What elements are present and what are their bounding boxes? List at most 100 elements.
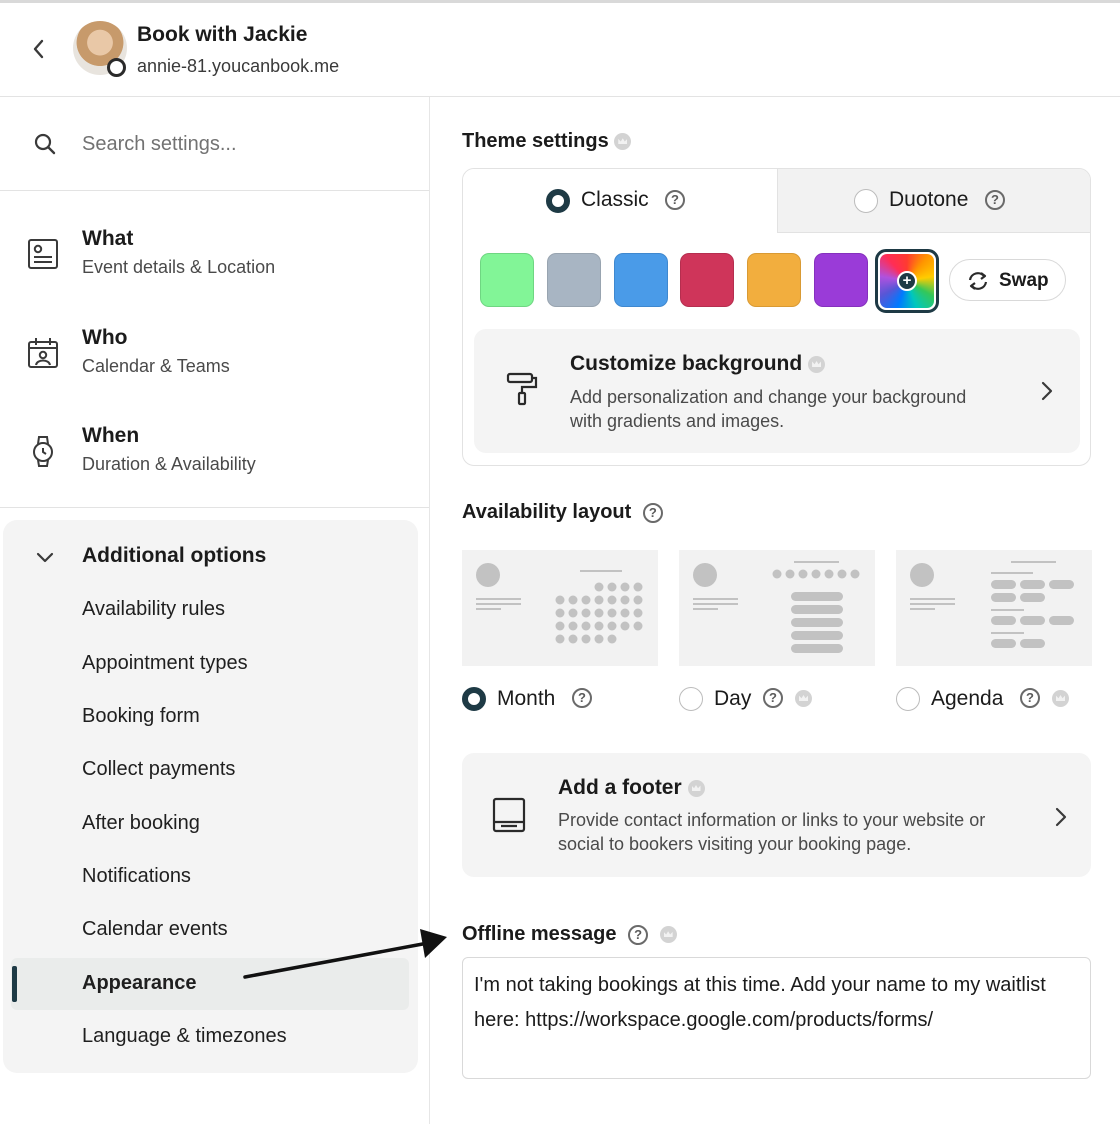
calendar-person-icon — [28, 338, 58, 368]
sidebar-item-what[interactable]: What Event details & Location — [26, 227, 406, 299]
swap-label: Swap — [999, 270, 1049, 291]
profile-card-icon — [28, 239, 58, 269]
custom-color-swatch[interactable]: + — [880, 254, 934, 308]
customize-background-desc: Add personalization and change your back… — [570, 387, 967, 431]
swap-button[interactable]: Swap — [949, 259, 1066, 301]
sidebar-item-calendar-events[interactable]: Calendar events — [82, 918, 228, 941]
color-swatch-orange[interactable] — [747, 253, 801, 307]
sidebar-item-appearance[interactable]: Appearance — [82, 972, 197, 995]
availability-layout-heading: Availability layout ? — [462, 501, 663, 524]
tab-classic[interactable]: Classic ? — [463, 169, 777, 233]
crown-icon — [614, 133, 632, 151]
help-icon[interactable]: ? — [572, 688, 592, 708]
offline-message-title: Offline message — [462, 923, 617, 945]
active-item-highlight — [11, 958, 409, 1010]
availability-layout-title: Availability layout — [462, 501, 632, 523]
theme-settings-title: Theme settings — [462, 130, 609, 152]
help-icon[interactable]: ? — [1020, 688, 1040, 708]
page-header: Book with Jackie annie-81.youcanbook.me — [0, 0, 1120, 97]
help-icon[interactable]: ? — [628, 924, 649, 945]
plus-icon: + — [897, 271, 917, 291]
sidebar-item-subtitle: Duration & Availability — [82, 454, 256, 474]
agenda-radio[interactable] — [896, 687, 920, 711]
color-swatch-gray[interactable] — [547, 253, 601, 307]
classic-radio[interactable] — [546, 189, 570, 213]
appearance-settings: Theme settings Classic ? Duotone ? + Swa… — [431, 97, 1120, 1124]
color-swatch-purple[interactable] — [814, 253, 868, 307]
tab-duotone-label: Duotone — [889, 188, 969, 211]
sidebar-item-notifications[interactable]: Notifications — [82, 865, 191, 888]
sidebar-item-language-timezones[interactable]: Language & timezones — [82, 1025, 287, 1048]
help-icon[interactable]: ? — [665, 190, 685, 210]
paint-roller-icon — [506, 372, 538, 406]
offline-status-icon — [107, 58, 126, 77]
sidebar-item-booking-form[interactable]: Booking form — [82, 705, 200, 728]
sidebar-item-subtitle: Calendar & Teams — [82, 356, 230, 376]
sidebar-item-title: When — [82, 424, 140, 447]
additional-options-panel: Additional options Availability rules Ap… — [3, 520, 418, 1073]
crown-icon — [808, 355, 826, 373]
help-icon[interactable]: ? — [763, 688, 783, 708]
layout-preview-day[interactable] — [679, 550, 875, 666]
agenda-label[interactable]: Agenda — [931, 687, 1003, 711]
color-swatch-red[interactable] — [680, 253, 734, 307]
offline-message-input[interactable] — [474, 968, 1078, 1072]
day-radio[interactable] — [679, 687, 703, 711]
sidebar-item-subtitle: Event details & Location — [82, 257, 276, 277]
sidebar-item-title: What — [82, 227, 134, 250]
help-icon[interactable]: ? — [985, 190, 1005, 210]
active-item-indicator — [12, 966, 17, 1002]
customize-background-title: Customize background — [570, 352, 826, 376]
help-icon[interactable]: ? — [642, 502, 663, 523]
offline-message-field[interactable] — [462, 957, 1091, 1079]
search-input[interactable] — [82, 127, 402, 161]
divider — [0, 507, 429, 508]
day-label[interactable]: Day — [714, 687, 751, 711]
crown-icon — [795, 690, 812, 707]
color-swatch-blue[interactable] — [614, 253, 668, 307]
layout-preview-month[interactable] — [462, 550, 658, 666]
crown-icon — [659, 926, 677, 944]
month-radio[interactable] — [462, 687, 486, 711]
sidebar-item-after-booking[interactable]: After booking — [82, 812, 200, 835]
search-bar — [0, 97, 429, 191]
duotone-radio[interactable] — [854, 189, 878, 213]
agenda-layout-illustration — [910, 561, 1074, 648]
tab-classic-label: Classic — [581, 188, 649, 211]
crown-icon — [687, 779, 705, 797]
customize-background-card[interactable]: Customize background Add personalization… — [474, 329, 1080, 453]
add-footer-card[interactable]: Add a footer Provide contact information… — [462, 753, 1091, 877]
offline-message-heading: Offline message ? — [462, 923, 677, 946]
chevron-right-icon — [1055, 807, 1067, 827]
crown-icon — [1052, 690, 1069, 707]
sidebar-item-title: Who — [82, 326, 128, 349]
customize-title-text: Customize background — [570, 352, 803, 375]
color-swatch-green[interactable] — [480, 253, 534, 307]
additional-options-title[interactable]: Additional options — [82, 544, 266, 568]
page-url: annie-81.youcanbook.me — [137, 56, 340, 76]
add-footer-title: Add a footer — [558, 776, 705, 800]
sidebar-item-availability-rules[interactable]: Availability rules — [82, 598, 225, 621]
swap-icon — [968, 272, 988, 290]
month-layout-illustration — [476, 563, 643, 644]
day-layout-illustration — [693, 561, 860, 653]
sidebar-item-when[interactable]: When Duration & Availability — [26, 424, 406, 496]
page-title: Book with Jackie — [137, 23, 308, 46]
chevron-right-icon — [1041, 381, 1053, 401]
watch-icon — [33, 436, 53, 467]
sidebar-item-collect-payments[interactable]: Collect payments — [82, 758, 235, 781]
sidebar-item-who[interactable]: Who Calendar & Teams — [26, 326, 406, 398]
theme-settings-heading: Theme settings — [462, 130, 632, 153]
back-button[interactable] — [26, 37, 50, 61]
footer-layout-icon — [492, 797, 526, 833]
chevron-down-icon[interactable] — [34, 546, 56, 568]
theme-card: Classic ? Duotone ? + Swap Customize bac… — [462, 168, 1091, 466]
month-label[interactable]: Month — [497, 687, 555, 711]
layout-preview-agenda[interactable] — [896, 550, 1092, 666]
add-footer-desc: Provide contact information or links to … — [558, 810, 986, 854]
sidebar-item-appointment-types[interactable]: Appointment types — [82, 652, 248, 675]
search-icon — [34, 133, 56, 155]
tab-duotone[interactable]: Duotone ? — [777, 169, 1090, 233]
chevron-left-icon — [33, 39, 44, 59]
footer-title-text: Add a footer — [558, 776, 682, 799]
